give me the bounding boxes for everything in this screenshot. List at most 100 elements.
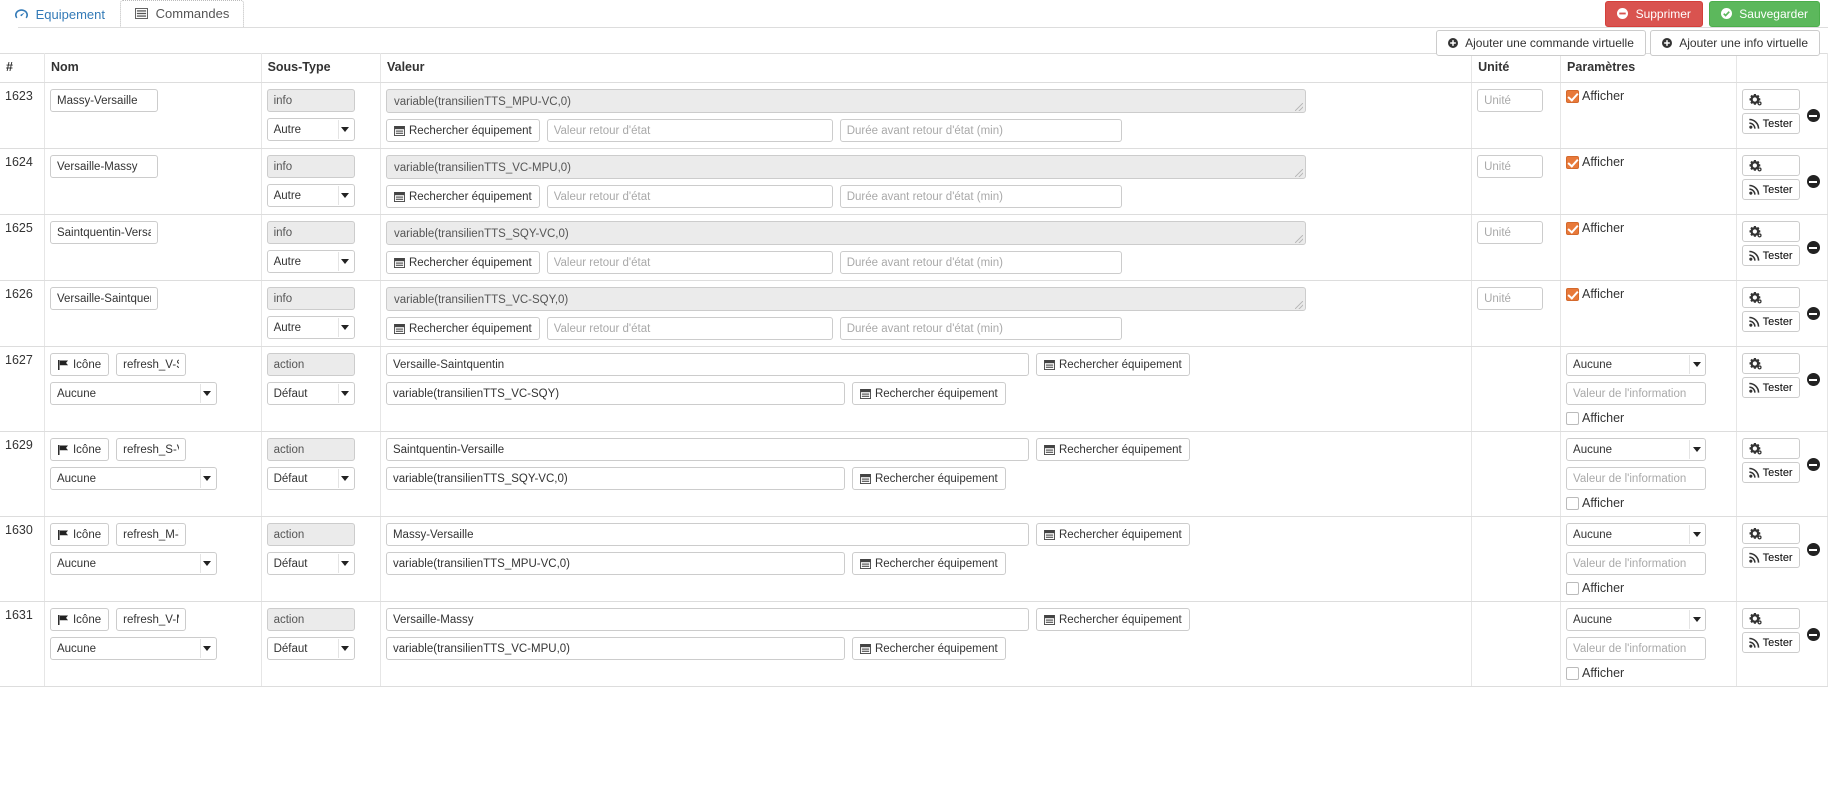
state-return-delay-input[interactable] (839, 185, 1122, 208)
search-equipment-button[interactable]: Rechercher équipement (385, 185, 540, 208)
test-button[interactable]: Tester (1741, 179, 1800, 200)
icon-picker-button[interactable]: Icône (49, 353, 110, 376)
remove-row-button[interactable] (1806, 109, 1820, 122)
name-input[interactable] (116, 523, 187, 546)
info-value-input[interactable] (1566, 467, 1707, 490)
name-input[interactable] (49, 155, 158, 178)
configure-button[interactable] (1741, 155, 1800, 176)
unit-input[interactable] (1477, 155, 1544, 178)
delete-button[interactable]: Supprimer (1605, 1, 1703, 27)
unit-input[interactable] (1477, 221, 1544, 244)
display-checkbox[interactable]: Afficher (1566, 155, 1624, 169)
link-select[interactable]: Aucune (49, 552, 217, 575)
tab-commandes[interactable]: Commandes (120, 0, 245, 28)
search-equipment-button[interactable]: Rechercher équipement (851, 637, 1006, 660)
remove-row-button[interactable] (1806, 373, 1820, 386)
unit-input[interactable] (1477, 287, 1544, 310)
configure-button[interactable] (1741, 608, 1800, 629)
state-return-value-input[interactable] (546, 185, 833, 208)
type-select[interactable]: Autre (266, 184, 355, 207)
remove-row-button[interactable] (1806, 307, 1820, 320)
search-equipment-button[interactable]: Rechercher équipement (851, 467, 1006, 490)
resize-grip[interactable] (1294, 169, 1303, 177)
info-value-input[interactable] (1566, 382, 1707, 405)
mode-select[interactable]: Défaut (266, 467, 355, 490)
type-select[interactable]: Autre (266, 316, 355, 339)
configure-button[interactable] (1741, 221, 1800, 242)
unit-input[interactable] (1477, 89, 1544, 112)
search-equipment-button[interactable]: Rechercher équipement (851, 552, 1006, 575)
mode-select[interactable]: Défaut (266, 637, 355, 660)
test-button[interactable]: Tester (1741, 377, 1800, 398)
search-equipment-button[interactable]: Rechercher équipement (385, 317, 540, 340)
resize-grip[interactable] (1294, 235, 1303, 243)
info-select[interactable]: Aucune (1566, 353, 1707, 376)
name-input[interactable] (49, 221, 158, 244)
info-value-input[interactable] (1566, 637, 1707, 660)
state-return-delay-input[interactable] (839, 251, 1122, 274)
state-return-value-input[interactable] (546, 119, 833, 142)
test-button[interactable]: Tester (1741, 113, 1800, 134)
action-subvalue-input[interactable] (385, 552, 845, 575)
value-textarea[interactable]: variable(transilienTTS_SQY-VC,0) (385, 221, 1306, 245)
type-select[interactable]: Autre (266, 250, 355, 273)
save-button[interactable]: Sauvegarder (1708, 1, 1820, 27)
search-equipment-button[interactable]: Rechercher équipement (1035, 353, 1190, 376)
info-value-input[interactable] (1566, 552, 1707, 575)
test-button[interactable]: Tester (1741, 547, 1800, 568)
action-value-input[interactable] (385, 608, 1029, 631)
search-equipment-button[interactable]: Rechercher équipement (385, 251, 540, 274)
value-textarea[interactable]: variable(transilienTTS_MPU-VC,0) (385, 89, 1306, 113)
search-equipment-button[interactable]: Rechercher équipement (1035, 438, 1190, 461)
display-checkbox[interactable]: Afficher (1566, 496, 1624, 510)
display-checkbox[interactable]: Afficher (1566, 666, 1624, 680)
remove-row-button[interactable] (1806, 628, 1820, 641)
configure-button[interactable] (1741, 287, 1800, 308)
name-input[interactable] (49, 89, 158, 112)
action-subvalue-input[interactable] (385, 467, 845, 490)
state-return-value-input[interactable] (546, 317, 833, 340)
link-select[interactable]: Aucune (49, 467, 217, 490)
display-checkbox[interactable]: Afficher (1566, 221, 1624, 235)
test-button[interactable]: Tester (1741, 462, 1800, 483)
test-button[interactable]: Tester (1741, 245, 1800, 266)
remove-row-button[interactable] (1806, 241, 1820, 254)
name-input[interactable] (116, 353, 187, 376)
name-input[interactable] (116, 438, 187, 461)
mode-select[interactable]: Défaut (266, 382, 355, 405)
link-select[interactable]: Aucune (49, 382, 217, 405)
resize-grip[interactable] (1294, 103, 1303, 111)
icon-picker-button[interactable]: Icône (49, 438, 110, 461)
configure-button[interactable] (1741, 523, 1800, 544)
icon-picker-button[interactable]: Icône (49, 523, 110, 546)
resize-grip[interactable] (1294, 301, 1303, 309)
tab-equipement[interactable]: Equipement (0, 1, 120, 28)
configure-button[interactable] (1741, 438, 1800, 459)
info-select[interactable]: Aucune (1566, 608, 1707, 631)
remove-row-button[interactable] (1806, 175, 1820, 188)
action-value-input[interactable] (385, 523, 1029, 546)
name-input[interactable] (116, 608, 187, 631)
link-select[interactable]: Aucune (49, 637, 217, 660)
test-button[interactable]: Tester (1741, 632, 1800, 653)
icon-picker-button[interactable]: Icône (49, 608, 110, 631)
state-return-delay-input[interactable] (839, 317, 1122, 340)
add-virtual-info-button[interactable]: Ajouter une info virtuelle (1649, 30, 1820, 56)
state-return-delay-input[interactable] (839, 119, 1122, 142)
add-virtual-command-button[interactable]: Ajouter une commande virtuelle (1435, 30, 1646, 56)
configure-button[interactable] (1741, 353, 1800, 374)
display-checkbox[interactable]: Afficher (1566, 411, 1624, 425)
action-subvalue-input[interactable] (385, 382, 845, 405)
search-equipment-button[interactable]: Rechercher équipement (1035, 523, 1190, 546)
action-value-input[interactable] (385, 353, 1029, 376)
info-select[interactable]: Aucune (1566, 523, 1707, 546)
search-equipment-button[interactable]: Rechercher équipement (851, 382, 1006, 405)
remove-row-button[interactable] (1806, 543, 1820, 556)
value-textarea[interactable]: variable(transilienTTS_VC-MPU,0) (385, 155, 1306, 179)
info-select[interactable]: Aucune (1566, 438, 1707, 461)
name-input[interactable] (49, 287, 158, 310)
search-equipment-button[interactable]: Rechercher équipement (1035, 608, 1190, 631)
display-checkbox[interactable]: Afficher (1566, 89, 1624, 103)
value-textarea[interactable]: variable(transilienTTS_VC-SQY,0) (385, 287, 1306, 311)
type-select[interactable]: Autre (266, 118, 355, 141)
